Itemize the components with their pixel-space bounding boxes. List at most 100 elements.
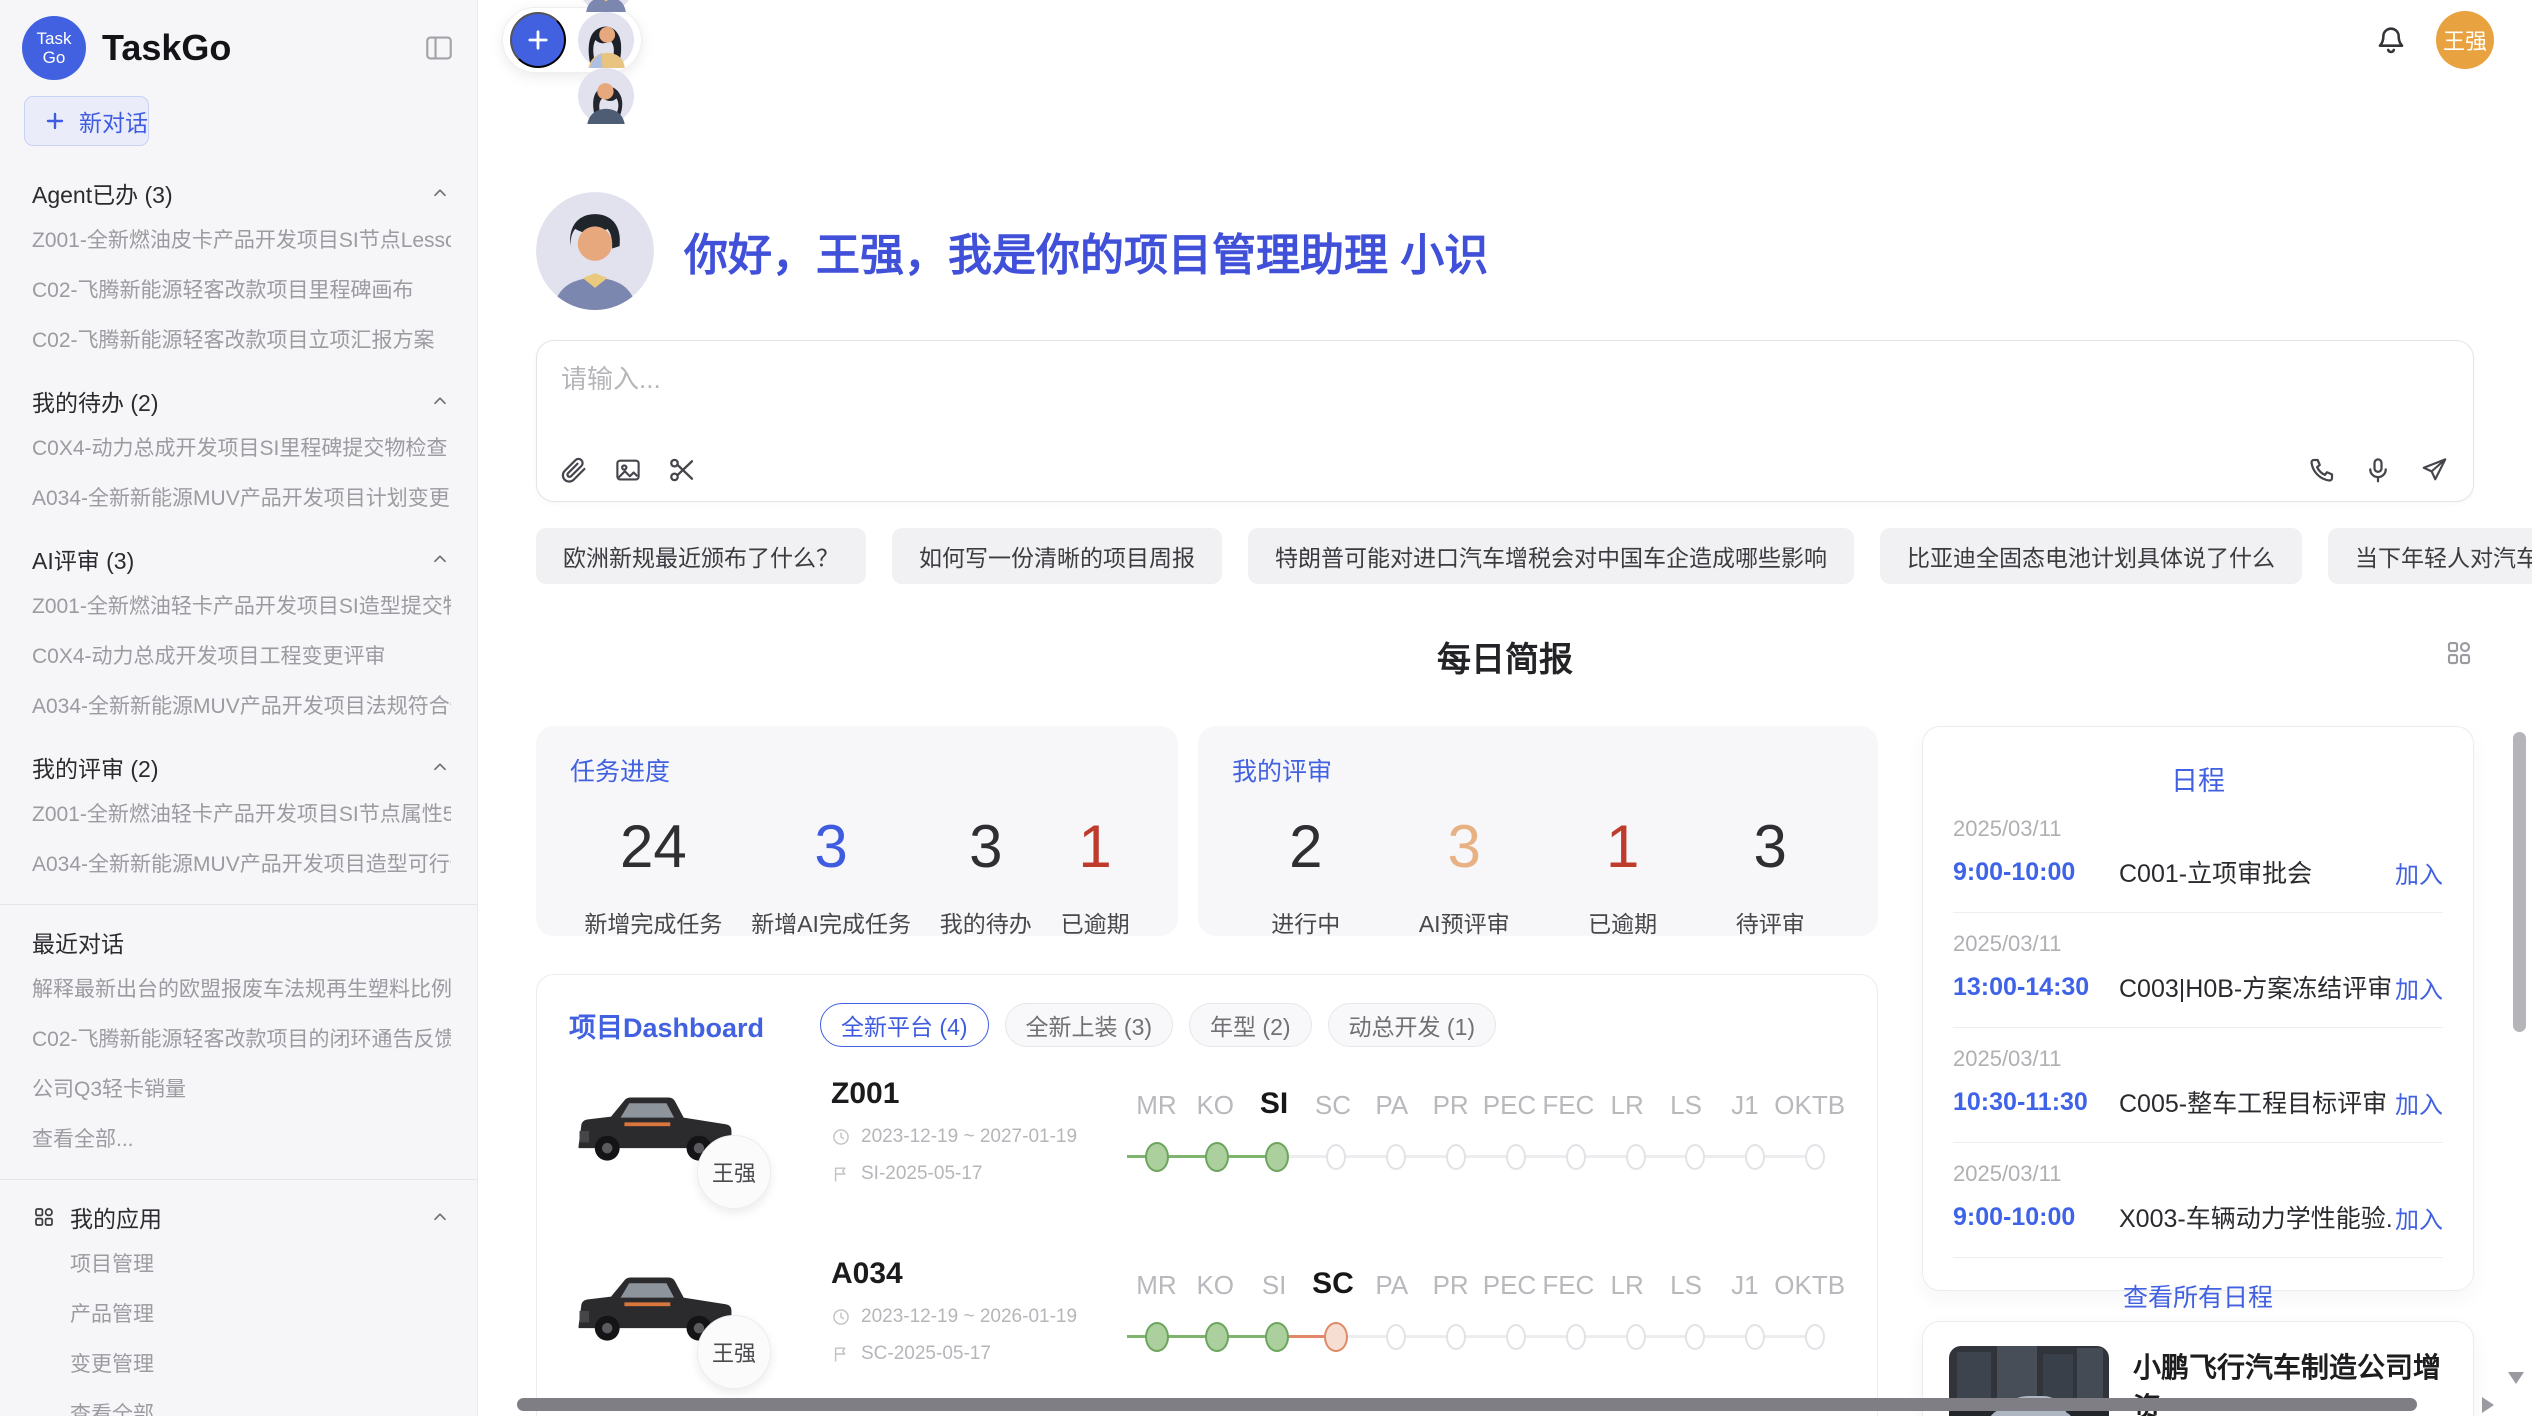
- stat-label: 已逾期: [1061, 905, 1130, 939]
- sidebar-task-item[interactable]: C0X4-动力总成开发项目SI里程碑提交物检查: [32, 422, 451, 472]
- chevron-up-icon[interactable]: [429, 548, 451, 570]
- my-apps-header[interactable]: 我的应用: [32, 1200, 451, 1234]
- microphone-icon[interactable]: [2363, 455, 2393, 485]
- sidebar-group-header[interactable]: AI评审 (3): [32, 542, 451, 576]
- milestone-dot: [1324, 1322, 1348, 1352]
- sidebar-group: Agent已办 (3) Z001-全新燃油皮卡产品开发项目SI节点Lesson L…: [32, 176, 451, 364]
- sidebar-task-item[interactable]: Z001-全新燃油轻卡产品开发项目SI造型提交物评审: [32, 580, 451, 630]
- milestone-dot: [1506, 1324, 1526, 1350]
- app-item[interactable]: 产品管理: [32, 1288, 451, 1338]
- suggestion-chip[interactable]: 特朗普可能对进口汽车增税会对中国车企造成哪些影响: [1248, 528, 1854, 584]
- suggestion-chip[interactable]: 当下年轻人对汽车外观有怎样的喜好趋势: [2328, 528, 2532, 584]
- stat-value: 1: [1061, 812, 1130, 881]
- send-icon[interactable]: [2419, 455, 2449, 485]
- milestone-dot: [1745, 1144, 1765, 1170]
- stat-value: 2: [1271, 812, 1340, 881]
- sidebar-task-item[interactable]: A034-全新新能源MUV产品开发项目计划变更表编写: [32, 472, 451, 522]
- chat-input[interactable]: [561, 359, 2449, 433]
- scroll-right-arrow-icon[interactable]: [2482, 1397, 2494, 1413]
- voice-call-icon[interactable]: [2307, 455, 2337, 485]
- insert-image-icon[interactable]: [613, 455, 643, 485]
- recent-chat-item[interactable]: 公司Q3轻卡销量: [32, 1063, 451, 1113]
- add-member-button[interactable]: [510, 12, 566, 68]
- stat-label: 进行中: [1271, 905, 1340, 939]
- sidebar-group-header[interactable]: 我的评审 (2): [32, 750, 451, 784]
- milestone-label: J1: [1715, 1079, 1774, 1121]
- attachment-icon[interactable]: [559, 455, 589, 485]
- project-milestone-date: SI-2025-05-17: [861, 1163, 982, 1185]
- chevron-up-icon[interactable]: [429, 756, 451, 778]
- project-milestone-date: SC-2025-05-17: [861, 1343, 991, 1365]
- suggestion-chip[interactable]: 如何写一份清晰的项目周报: [892, 528, 1222, 584]
- milestone-label: SI: [1245, 1079, 1304, 1121]
- milestone-dot: [1685, 1144, 1705, 1170]
- app-item[interactable]: 查看全部...: [32, 1388, 451, 1416]
- screenshot-scissors-icon[interactable]: [667, 455, 697, 485]
- stat-value: 3: [940, 812, 1032, 881]
- horizontal-scrollbar[interactable]: [517, 1398, 2417, 1411]
- plus-icon: [43, 109, 67, 133]
- sidebar-collapse-icon[interactable]: [423, 32, 455, 64]
- dashboard-tab[interactable]: 年型 (2): [1189, 1003, 1312, 1047]
- dashboard-tab[interactable]: 全新平台 (4): [820, 1003, 989, 1047]
- project-owner-chip: 王强: [697, 1135, 771, 1209]
- stat-card-title: 我的评审: [1232, 752, 1844, 788]
- join-meeting-link[interactable]: 加入: [2395, 1085, 2443, 1120]
- chevron-up-icon[interactable]: [429, 182, 451, 204]
- sidebar-task-item[interactable]: A034-全新新能源MUV产品开发项目造型可行性评审: [32, 838, 451, 888]
- recent-chat-item[interactable]: C02-飞腾新能源轻客改款项目的闭环通告反馈情况: [32, 1013, 451, 1063]
- daily-brief-title: 每日简报: [1437, 641, 1573, 679]
- milestone-label: PEC: [1480, 1079, 1539, 1121]
- sidebar-task-item[interactable]: A034-全新新能源MUV产品开发项目法规符合性评审: [32, 680, 451, 730]
- sidebar-group-header[interactable]: 我的待办 (2): [32, 384, 451, 418]
- chevron-up-icon[interactable]: [429, 390, 451, 412]
- daily-brief-header: 每日简报: [536, 632, 2474, 676]
- app-root: Task Go TaskGo 新对话 Agent已办 (3) Z001-全新燃油皮…: [0, 0, 2532, 1416]
- vertical-scrollbar[interactable]: [2513, 732, 2526, 1032]
- sidebar-task-item[interactable]: C0X4-动力总成开发项目工程变更评审: [32, 630, 451, 680]
- milestone-label: FEC: [1539, 1079, 1598, 1121]
- stat-item: 3待评审: [1736, 812, 1805, 939]
- milestone-dot: [1265, 1142, 1289, 1172]
- member-avatar[interactable]: [578, 12, 634, 68]
- suggestion-chip[interactable]: 欧洲新规最近颁布了什么？: [536, 528, 866, 584]
- sidebar-task-item[interactable]: C02-飞腾新能源轻客改款项目立项汇报方案: [32, 314, 451, 364]
- sidebar-task-item[interactable]: C02-飞腾新能源轻客改款项目里程碑画布: [32, 264, 451, 314]
- milestone-dot: [1626, 1324, 1646, 1350]
- suggestion-chip[interactable]: 比亚迪全固态电池计划具体说了什么: [1880, 528, 2302, 584]
- project-row[interactable]: 王强Z0012023-12-19 ~ 2027-01-19SI-2025-05-…: [569, 1077, 1845, 1227]
- user-avatar[interactable]: 王强: [2436, 11, 2494, 69]
- recent-chat-item[interactable]: 查看全部...: [32, 1113, 451, 1163]
- layout-grid-icon[interactable]: [2444, 638, 2474, 668]
- project-row[interactable]: 王强A0342023-12-19 ~ 2026-01-19SC-2025-05-…: [569, 1257, 1845, 1407]
- sidebar-task-item[interactable]: Z001-全新燃油轻卡产品开发项目SI节点属性5D文件评审: [32, 788, 451, 838]
- join-meeting-link[interactable]: 加入: [2395, 855, 2443, 890]
- project-code: A034: [831, 1257, 1081, 1291]
- notifications-bell-icon[interactable]: [2374, 23, 2408, 57]
- app-item[interactable]: 变更管理: [32, 1338, 451, 1388]
- member-avatar[interactable]: [578, 68, 634, 124]
- milestone-label: SC: [1304, 1079, 1363, 1121]
- new-chat-button[interactable]: 新对话: [24, 96, 149, 146]
- schedule-event-title: C005-整车工程目标评审: [2119, 1084, 2395, 1120]
- dashboard-tab[interactable]: 全新上装 (3): [1005, 1003, 1174, 1047]
- app-logo: Task Go: [22, 16, 86, 80]
- dashboard-tab[interactable]: 动总开发 (1): [1328, 1003, 1497, 1047]
- scroll-down-arrow-icon[interactable]: [2508, 1372, 2524, 1384]
- stat-item: 3我的待办: [940, 812, 1032, 939]
- app-title: TaskGo: [102, 27, 423, 69]
- schedule-event-title: C001-立项审批会: [2119, 854, 2395, 890]
- greeting-block: 你好，王强，我是你的项目管理助理 小识: [536, 192, 2474, 310]
- sidebar-task-item[interactable]: Z001-全新燃油皮卡产品开发项目SI节点Lesson Learn报告: [32, 214, 451, 264]
- stat-item: 3AI预评审: [1419, 812, 1510, 939]
- recent-chat-item[interactable]: 解释最新出台的欧盟报废车法规再生塑料比例被调至15%...: [32, 963, 451, 1013]
- milestone-dot: [1446, 1144, 1466, 1170]
- milestone-dot: [1205, 1142, 1229, 1172]
- sidebar-group-header[interactable]: Agent已办 (3): [32, 176, 451, 210]
- schedule-event-title: X003-车辆动力学性能验...: [2119, 1199, 2395, 1235]
- app-item[interactable]: 项目管理: [32, 1238, 451, 1288]
- chevron-up-icon[interactable]: [429, 1206, 451, 1228]
- join-meeting-link[interactable]: 加入: [2395, 970, 2443, 1005]
- join-meeting-link[interactable]: 加入: [2395, 1200, 2443, 1235]
- member-avatar[interactable]: [578, 0, 634, 12]
